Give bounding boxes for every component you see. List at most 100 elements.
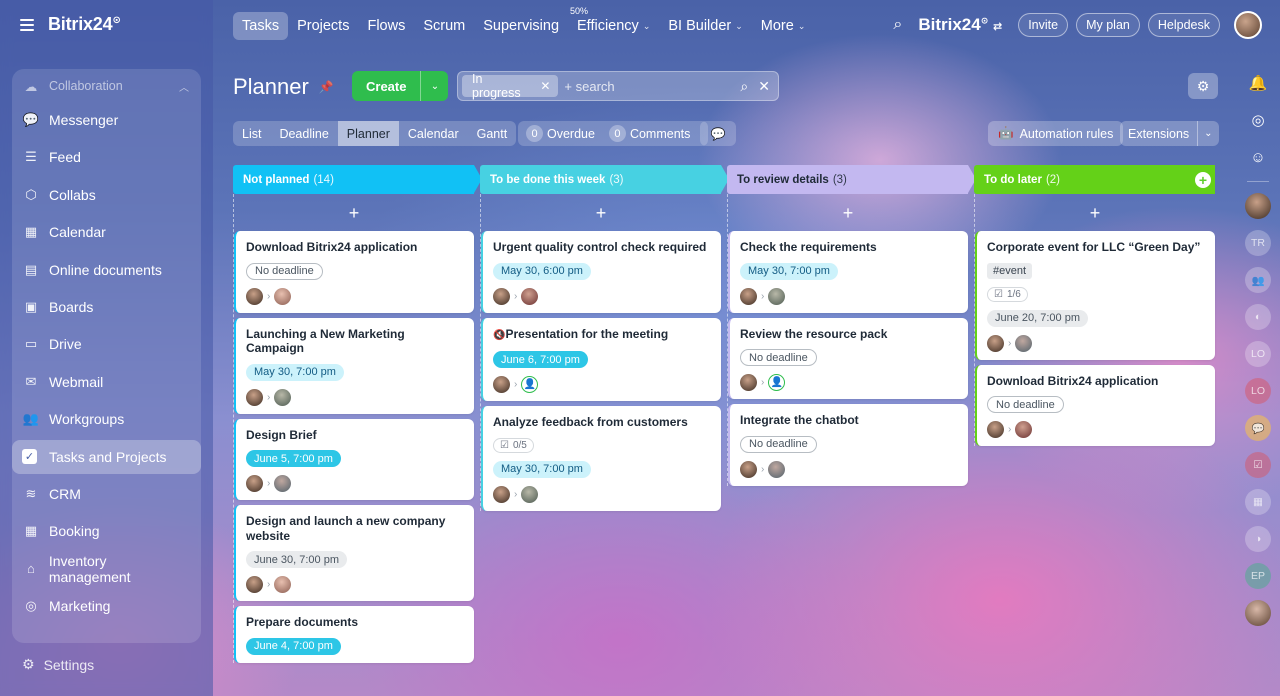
deadline-badge[interactable]: May 30, 6:00 pm	[493, 262, 591, 280]
add-task-plus-icon[interactable]: +	[481, 202, 721, 224]
deadline-badge[interactable]: May 30, 7:00 pm	[493, 460, 591, 478]
responsible-avatar[interactable]	[274, 388, 292, 406]
clear-icon[interactable]: ✕	[758, 78, 770, 95]
settings-gear-button[interactable]: ⚙	[1188, 73, 1218, 99]
creator-avatar[interactable]	[246, 388, 263, 406]
task-card[interactable]: Prepare documents June 4, 7:00 pm	[234, 606, 474, 663]
responsible-avatar[interactable]	[768, 287, 786, 305]
task-card[interactable]: Download Bitrix24 application No deadlin…	[975, 364, 1215, 446]
deadline-badge[interactable]: June 30, 7:00 pm	[246, 551, 348, 568]
add-task-plus-icon[interactable]: +	[234, 202, 474, 224]
task-card[interactable]: Review the resource pack No deadline › 👤	[728, 317, 968, 399]
contact-avatar-faded[interactable]: ◐	[1245, 304, 1271, 330]
deadline-badge[interactable]: June 20, 7:00 pm	[987, 309, 1089, 327]
sidebar-item-boards[interactable]: ▣ Boards	[12, 290, 201, 324]
menu-icon[interactable]	[20, 18, 34, 31]
tab-flows[interactable]: Flows	[358, 12, 414, 40]
sidebar-item-online-documents[interactable]: ▤ Online documents	[12, 253, 201, 287]
brand-logo-header[interactable]: Bitrix24⊙ ⇄	[918, 15, 1002, 35]
column-header[interactable]: To do later (2) +	[974, 165, 1215, 194]
creator-avatar[interactable]	[493, 376, 510, 393]
create-button[interactable]: Create ⌄	[352, 71, 449, 101]
tab-scrum[interactable]: Scrum	[414, 12, 474, 40]
checklist-progress[interactable]: ☑ 0/5	[493, 437, 534, 453]
task-card[interactable]: Design and launch a new company website …	[234, 505, 474, 601]
invite-button[interactable]: Invite	[1018, 13, 1069, 37]
read-all-icon[interactable]: 💬	[700, 121, 736, 146]
add-task-plus-icon[interactable]: +	[975, 202, 1215, 224]
chevron-down-icon[interactable]: ⌄	[420, 71, 448, 101]
extensions-button[interactable]: Extensions ⌄	[1120, 121, 1219, 146]
column-header[interactable]: Not planned (14)	[233, 165, 482, 194]
tab-bi-builder[interactable]: BI Builder ⌄	[659, 12, 751, 40]
user-avatar[interactable]	[1234, 11, 1262, 39]
sidebar-item-inventory-management[interactable]: ⌂ Inventory management	[12, 552, 201, 586]
deadline-badge[interactable]: June 5, 7:00 pm	[246, 450, 341, 467]
task-card[interactable]: Check the requirements May 30, 7:00 pm ›	[728, 231, 968, 313]
sidebar-item-collabs[interactable]: ⬡ Collabs	[12, 178, 201, 212]
search-input[interactable]	[564, 78, 741, 94]
contact-initials-lo-2[interactable]: LO	[1245, 378, 1271, 404]
close-icon[interactable]: ✕	[540, 79, 550, 93]
task-icon[interactable]: ☑	[1245, 452, 1271, 478]
contact-avatar[interactable]	[1245, 193, 1271, 219]
view-list[interactable]: List	[233, 121, 270, 146]
responsible-avatar[interactable]	[521, 485, 539, 503]
contact-initials-lo[interactable]: LO	[1245, 341, 1271, 367]
view-planner[interactable]: Planner	[337, 121, 399, 146]
group-icon[interactable]: 👥	[1245, 267, 1271, 293]
sidebar-item-crm[interactable]: ≋ CRM	[12, 477, 201, 511]
search-icon[interactable]: ⌕	[740, 78, 748, 95]
search-icon[interactable]: ⌕	[893, 16, 902, 34]
tab-supervising[interactable]: Supervising	[474, 12, 568, 40]
sidebar-item-messenger[interactable]: 💬 Messenger	[12, 103, 201, 137]
task-card[interactable]: Design Brief June 5, 7:00 pm ›	[234, 418, 474, 500]
column-header[interactable]: To be done this week (3)	[480, 165, 729, 194]
sidebar-item-feed[interactable]: ☰ Feed	[12, 140, 201, 174]
add-responsible-icon[interactable]: 👤	[768, 374, 786, 391]
responsible-avatar[interactable]	[274, 475, 292, 492]
pin-icon[interactable]: 📌	[319, 80, 334, 94]
responsible-avatar[interactable]	[1015, 334, 1033, 352]
task-card[interactable]: Integrate the chatbot No deadline ›	[728, 404, 968, 486]
view-deadline[interactable]: Deadline	[270, 121, 337, 146]
automation-rules-button[interactable]: 🤖 Automation rules	[988, 121, 1124, 146]
sidebar-item-tasks-and-projects[interactable]: ✓ Tasks and Projects	[12, 439, 201, 474]
contact-initials-ep[interactable]: EP	[1245, 563, 1271, 589]
task-card[interactable]: Analyze feedback from customers ☑ 0/5 May…	[481, 406, 721, 511]
contact-avatar-2[interactable]	[1245, 600, 1271, 626]
add-responsible-icon[interactable]: 👤	[521, 376, 539, 393]
my-plan-button[interactable]: My plan	[1076, 13, 1140, 37]
comments-counter[interactable]: 0 Comments	[608, 125, 690, 142]
creator-avatar[interactable]	[740, 460, 757, 478]
sidebar-section-collaboration[interactable]: ☁ Collaboration ︿	[12, 69, 201, 103]
brand-logo[interactable]: Bitrix24⊙	[48, 14, 121, 35]
responsible-avatar[interactable]	[274, 576, 292, 593]
deadline-badge[interactable]: No deadline	[246, 262, 323, 280]
copilot-icon[interactable]: ◎	[1245, 107, 1271, 133]
chevron-down-icon[interactable]: ⌄	[1197, 121, 1218, 146]
chat-bubble-icon[interactable]: 💬	[1245, 415, 1271, 441]
responsible-avatar[interactable]	[521, 287, 539, 305]
sidebar-item-marketing[interactable]: ◎ Marketing	[12, 589, 201, 623]
calendar-icon[interactable]: ▦	[1245, 489, 1271, 515]
creator-avatar[interactable]	[987, 334, 1004, 352]
sidebar-item-webmail[interactable]: ✉ Webmail	[12, 365, 201, 399]
tab-projects[interactable]: Projects	[288, 12, 358, 40]
view-gantt[interactable]: Gantt	[468, 121, 517, 146]
add-column-plus-icon[interactable]: +	[1195, 172, 1211, 188]
task-card[interactable]: Download Bitrix24 application No deadlin…	[234, 231, 474, 313]
overdue-counter[interactable]: 0 Overdue	[526, 125, 595, 142]
task-card[interactable]: Corporate event for LLC “Green Day” #eve…	[975, 231, 1215, 360]
deadline-badge[interactable]: No deadline	[740, 435, 817, 453]
view-calendar[interactable]: Calendar	[399, 121, 468, 146]
creator-avatar[interactable]	[246, 576, 263, 593]
deadline-badge[interactable]: June 6, 7:00 pm	[493, 351, 588, 368]
deadline-badge[interactable]: May 30, 7:00 pm	[246, 363, 344, 381]
creator-avatar[interactable]	[493, 287, 510, 305]
contact-avatar-faded-2[interactable]: ◑	[1245, 526, 1271, 552]
sidebar-item-booking[interactable]: ▦ Booking	[12, 514, 201, 548]
creator-avatar[interactable]	[987, 421, 1004, 438]
contact-initials-tr[interactable]: TR	[1245, 230, 1271, 256]
add-task-plus-icon[interactable]: +	[728, 202, 968, 224]
